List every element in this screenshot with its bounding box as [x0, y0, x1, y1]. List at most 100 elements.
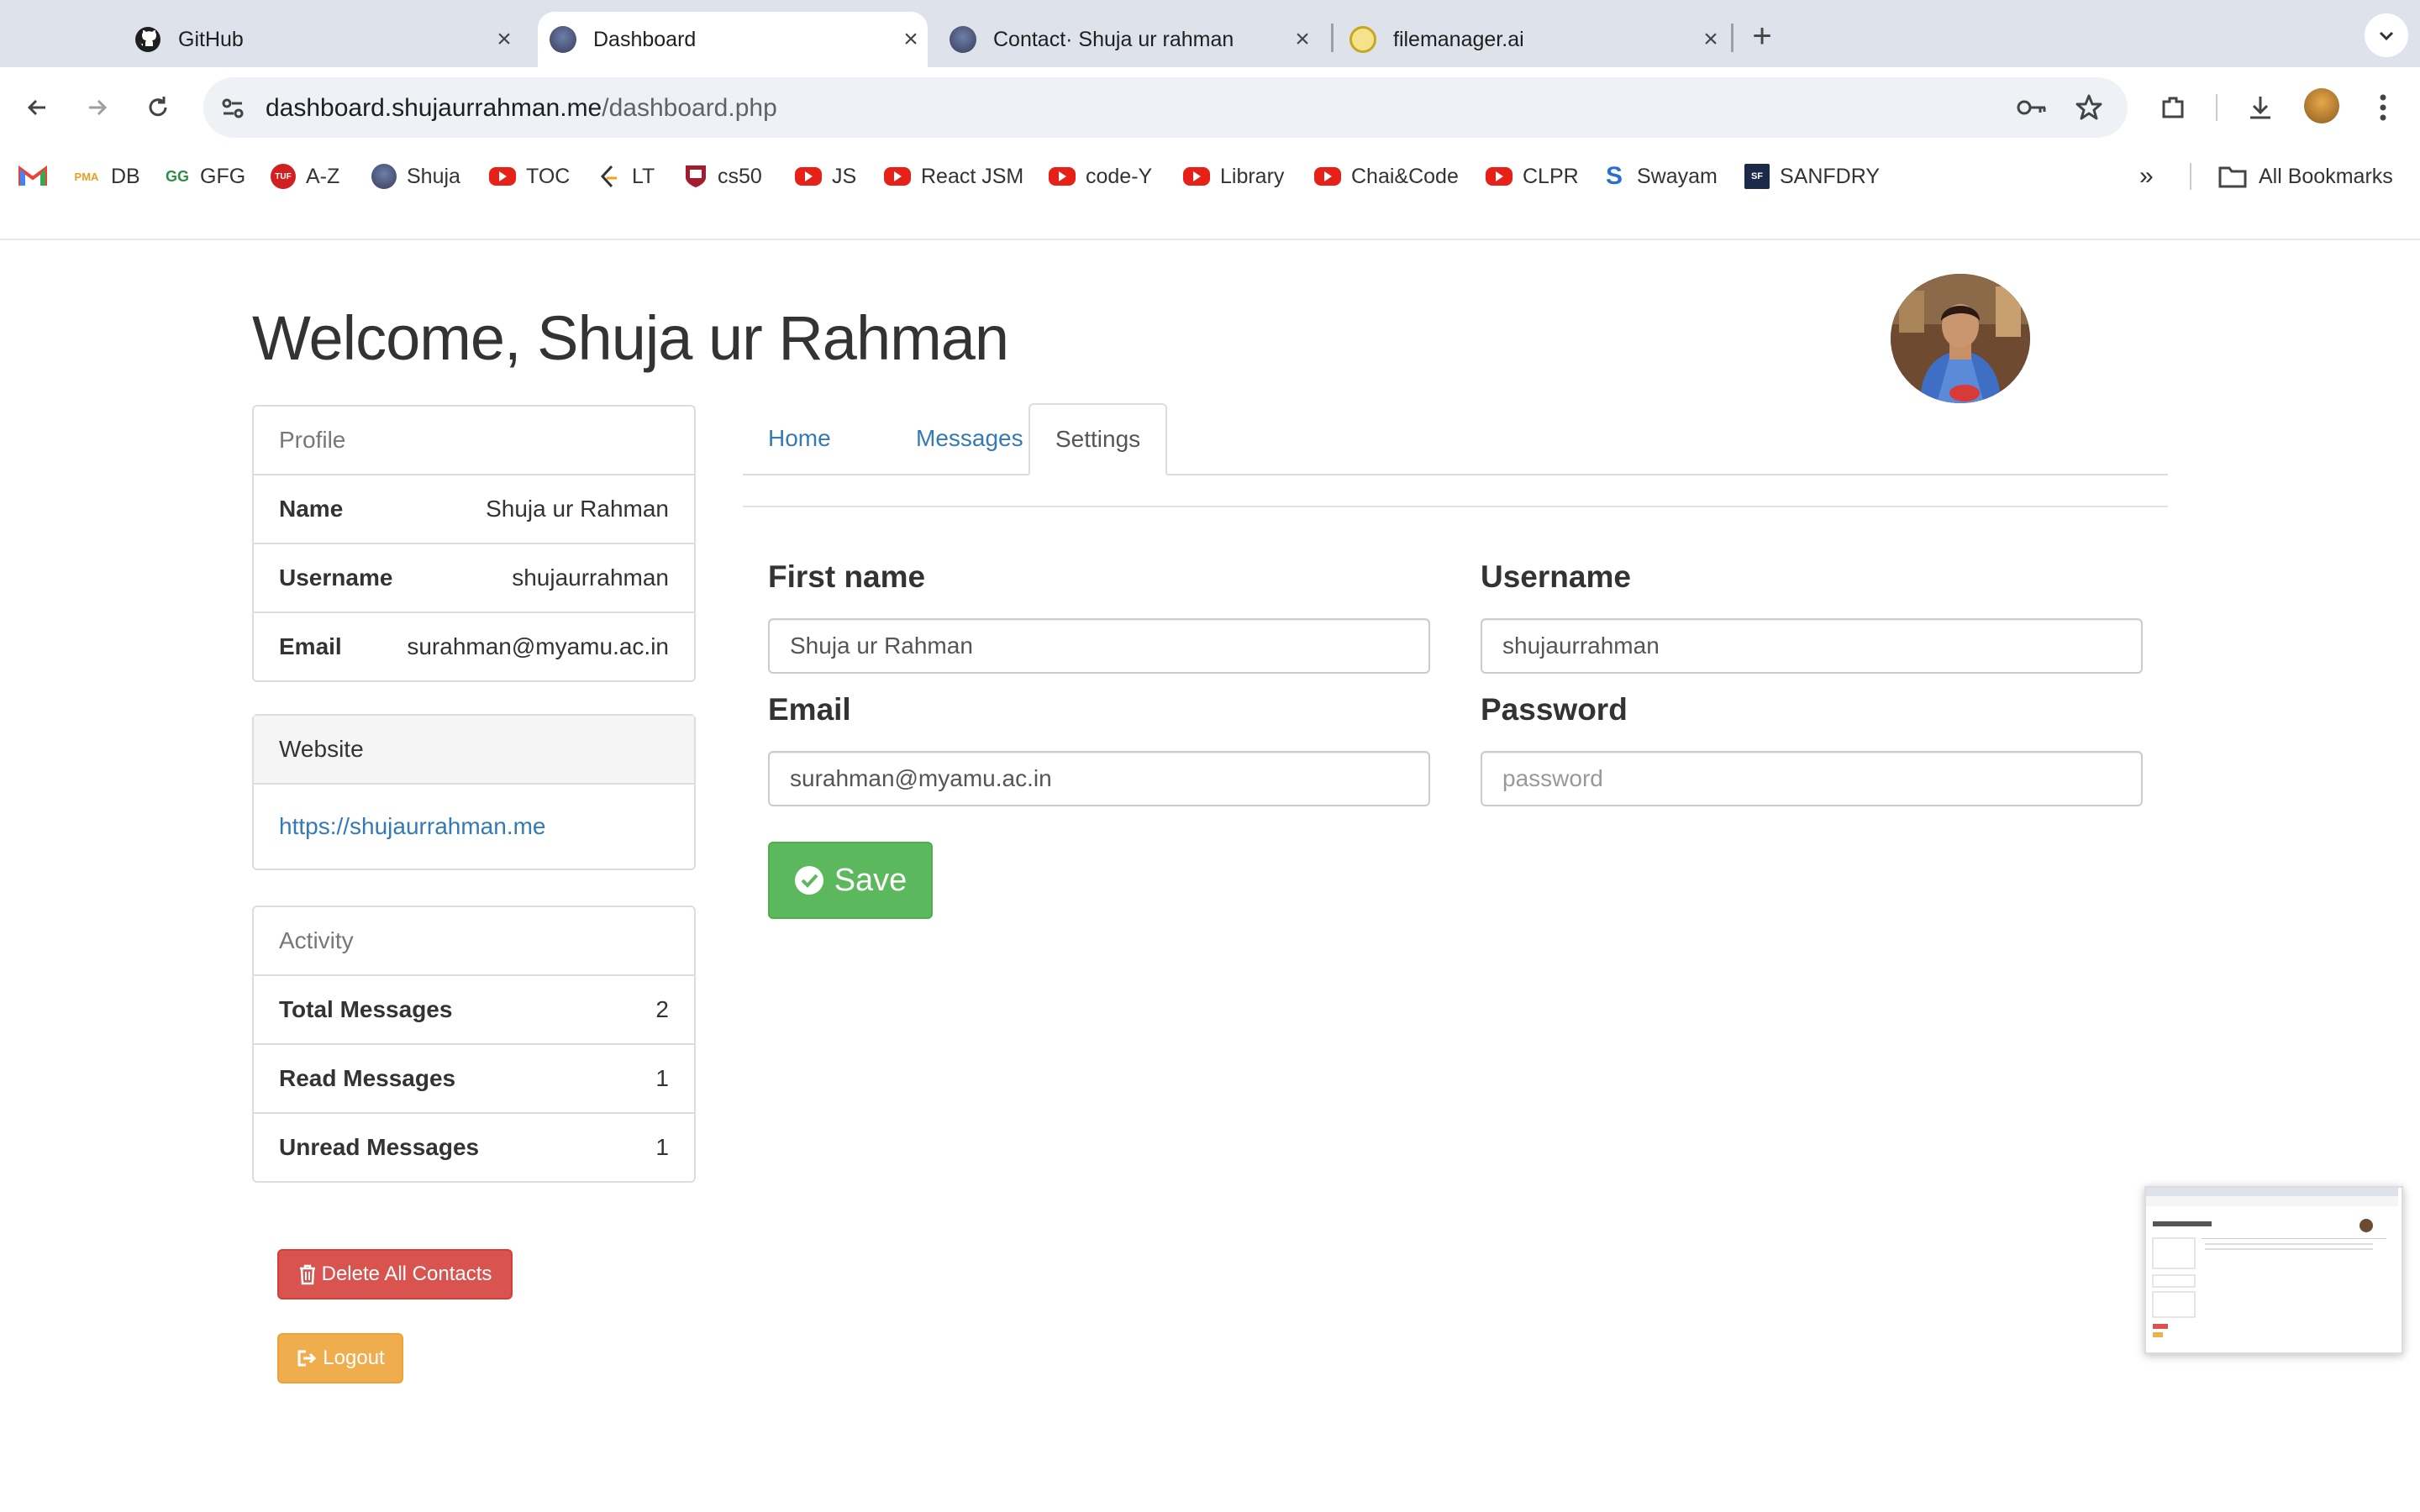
profile-avatar-button[interactable]: [2304, 88, 2339, 123]
browser-menu-button[interactable]: [2361, 86, 2405, 129]
back-button[interactable]: [15, 86, 59, 129]
youtube-icon: [884, 167, 911, 186]
bookmark-cs50[interactable]: cs50: [684, 160, 762, 193]
trash-icon: [299, 1264, 315, 1285]
row-value: 1: [655, 1065, 669, 1091]
activity-row-total: Total Messages 2: [254, 976, 694, 1045]
close-tab-icon[interactable]: ×: [1286, 23, 1319, 56]
bookmark-star-icon[interactable]: [2074, 92, 2104, 123]
first-name-label: First name: [768, 559, 926, 594]
tab-separator: [1331, 24, 1334, 52]
bookmark-shuja[interactable]: Shuja: [371, 160, 460, 193]
password-input[interactable]: [1481, 751, 2143, 806]
filemanager-icon: [1349, 26, 1376, 53]
password-key-icon[interactable]: [2015, 94, 2049, 121]
delete-all-contacts-button[interactable]: Delete All Contacts: [277, 1249, 513, 1299]
tab-title: Contact· Shuja ur rahman: [993, 27, 1234, 51]
password-label: Password: [1481, 692, 1628, 727]
more-bookmarks-button[interactable]: »: [2139, 160, 2154, 193]
double-chevron-right-icon: »: [2139, 162, 2154, 190]
page-title: Welcome, Shuja ur Rahman: [252, 303, 1009, 373]
bookmark-label: React JSM: [921, 164, 1024, 188]
tab-filemanager[interactable]: filemanager.ai ×: [1349, 12, 1728, 67]
all-bookmarks-button[interactable]: All Bookmarks: [2218, 160, 2393, 193]
bookmark-gfg[interactable]: GG GFG: [165, 160, 245, 193]
website-panel-heading: Website: [254, 716, 694, 785]
folder-icon: [2218, 166, 2247, 188]
activity-panel: Activity Total Messages 2 Read Messages …: [252, 906, 696, 1183]
download-icon: [2250, 97, 2270, 119]
bookmark-library[interactable]: Library: [1183, 160, 1284, 193]
tab-github[interactable]: GitHub ×: [134, 12, 521, 67]
youtube-icon: [1183, 167, 1210, 186]
screenshot-thumbnail[interactable]: [2144, 1186, 2403, 1354]
avatar-favicon-icon: [371, 164, 397, 189]
swayam-icon: S: [1605, 162, 1623, 190]
bookmark-a-z[interactable]: TUF A-Z: [271, 160, 339, 193]
bookmark-label: code-Y: [1086, 164, 1153, 188]
website-link[interactable]: https://shujaurrahman.me: [279, 813, 546, 840]
bookmark-label: cs50: [718, 164, 762, 188]
close-tab-icon[interactable]: ×: [1694, 23, 1728, 56]
extensions-button[interactable]: [2151, 86, 2195, 129]
address-bar[interactable]: dashboard.shujaurrahman.me/dashboard.php: [203, 77, 2128, 138]
youtube-icon: [489, 167, 516, 186]
row-value: 1: [655, 1134, 669, 1160]
page-top-navbar: [0, 203, 2420, 240]
row-value: 2: [655, 996, 669, 1022]
avatar-favicon-icon: [950, 26, 976, 53]
youtube-icon: [1314, 167, 1341, 186]
email-input[interactable]: [768, 751, 1430, 806]
bookmark-label: Chai&Code: [1351, 164, 1459, 188]
reload-button[interactable]: [136, 86, 180, 129]
username-input[interactable]: [1481, 618, 2143, 674]
bookmark-db[interactable]: PMA DB: [72, 160, 140, 193]
pma-icon: PMA: [74, 170, 99, 183]
row-label: Total Messages: [279, 996, 453, 1022]
bookmark-sanfdry[interactable]: SF SANFDRY: [1744, 160, 1880, 193]
row-value: surahman@myamu.ac.in: [407, 633, 669, 659]
bookmark-swayam[interactable]: S Swayam: [1602, 160, 1718, 193]
tab-messages[interactable]: Messages: [891, 403, 1049, 474]
logout-button[interactable]: Logout: [277, 1333, 403, 1383]
tab-settings[interactable]: Settings: [1028, 403, 1168, 475]
profile-row-name: Name Shuja ur Rahman: [254, 475, 694, 544]
forward-button[interactable]: [76, 86, 119, 129]
bookmark-label: JS: [832, 164, 857, 188]
bookmark-gmail[interactable]: [18, 160, 47, 193]
bookmark-label: Swayam: [1637, 164, 1718, 188]
harvard-icon: [686, 165, 706, 187]
close-tab-icon[interactable]: ×: [894, 23, 928, 56]
tab-dashboard[interactable]: Dashboard ×: [538, 12, 928, 67]
bookmark-clpr[interactable]: CLPR: [1486, 160, 1579, 193]
bookmark-label: LT: [632, 164, 655, 188]
tab-home[interactable]: Home: [743, 403, 856, 474]
row-label: Read Messages: [279, 1065, 456, 1091]
tab-title: Dashboard: [593, 27, 697, 51]
first-name-input[interactable]: [768, 618, 1430, 674]
save-button[interactable]: Save: [768, 842, 933, 919]
bookmark-code-y[interactable]: code-Y: [1049, 160, 1152, 193]
bookmark-lt[interactable]: LT: [597, 160, 655, 193]
bookmark-js[interactable]: JS: [795, 160, 856, 193]
bookmark-chai-code[interactable]: Chai&Code: [1314, 160, 1459, 193]
avatar-favicon-icon: [550, 26, 576, 53]
bookmark-react-jsm[interactable]: React JSM: [884, 160, 1023, 193]
bookmark-toc[interactable]: TOC: [489, 160, 570, 193]
website-panel: Website https://shujaurrahman.me: [252, 714, 696, 870]
close-tab-icon[interactable]: ×: [487, 23, 521, 56]
sanfdry-icon: SF: [1744, 164, 1770, 189]
leetcode-icon: [600, 165, 617, 188]
new-tab-button[interactable]: +: [1741, 15, 1783, 57]
puzzle-icon: [2162, 97, 2184, 118]
youtube-icon: [1049, 167, 1076, 186]
url-host: dashboard.shujaurrahman.me: [266, 94, 602, 122]
downloads-button[interactable]: [2238, 86, 2282, 129]
tab-contact[interactable]: Contact· Shuja ur rahman ×: [950, 12, 1319, 67]
browser-tab-strip: GitHub × Dashboard × Contact· Shuja ur r…: [0, 0, 2420, 67]
activity-row-unread: Unread Messages 1: [254, 1114, 694, 1181]
kebab-menu-icon: [2380, 94, 2386, 121]
bookmark-label: Library: [1220, 164, 1285, 188]
site-info-icon[interactable]: [218, 94, 247, 123]
tab-search-button[interactable]: [2365, 13, 2408, 57]
